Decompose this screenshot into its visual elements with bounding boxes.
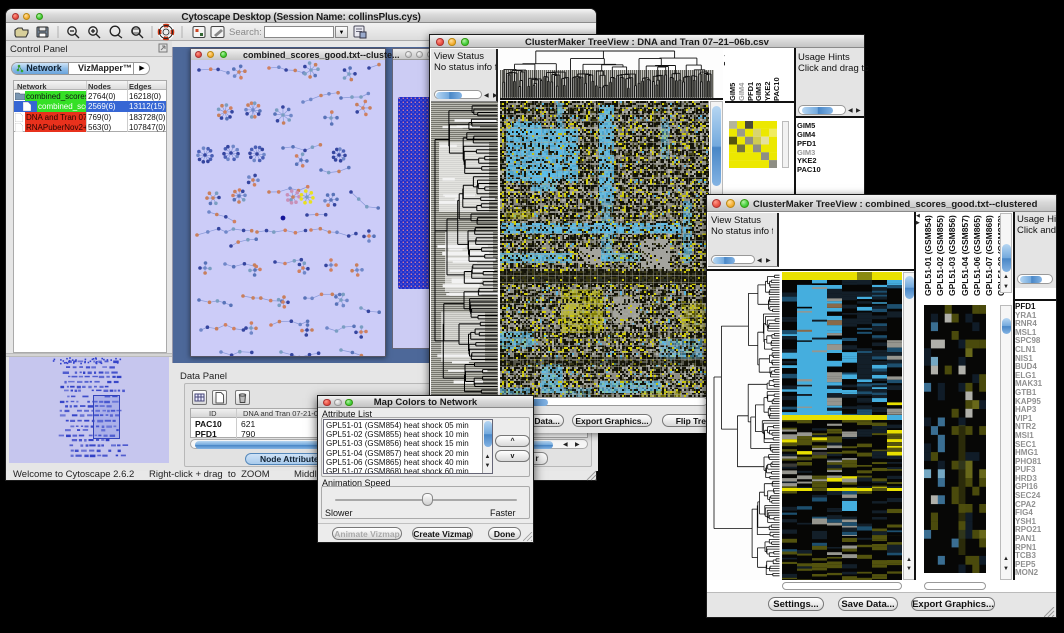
svg-text:Search:: Search: xyxy=(229,27,262,38)
